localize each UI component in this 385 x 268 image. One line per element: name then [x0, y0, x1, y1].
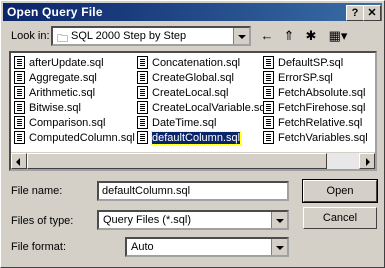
list-item[interactable]: Aggregate.sql — [14, 70, 97, 85]
scroll-right-icon[interactable] — [359, 153, 375, 169]
back-icon[interactable]: ← — [257, 27, 277, 45]
list-item[interactable]: CreateLocalVariable.sql — [137, 100, 268, 115]
sql-file-icon — [263, 71, 274, 84]
files-of-type-dropdown[interactable]: Query Files (*.sql) — [97, 210, 289, 230]
list-item[interactable]: DefaultSP.sql — [263, 55, 343, 70]
title-bar: Open Query File ? ✕ — [3, 3, 382, 21]
sql-file-icon — [137, 116, 148, 129]
sql-file-icon — [137, 86, 148, 99]
view-menu-icon[interactable]: ▦▾ — [323, 27, 353, 45]
sql-file-icon — [14, 101, 25, 114]
list-item[interactable]: Comparison.sql — [14, 115, 105, 130]
list-item[interactable]: ComputedColumn.sql — [14, 130, 135, 145]
look-in-dropdown[interactable]: 🗀 SQL 2000 Step by Step — [51, 26, 251, 46]
file-name-input[interactable]: defaultColumn.sql — [97, 181, 289, 201]
sql-file-icon — [137, 71, 148, 84]
sql-file-icon — [263, 56, 274, 69]
list-item[interactable]: afterUpdate.sql — [14, 55, 104, 70]
file-format-dropdown[interactable]: Auto — [125, 237, 289, 257]
list-item[interactable]: FetchFirehose.sql — [263, 100, 365, 115]
file-format-value: Auto — [131, 241, 154, 253]
sql-file-icon — [14, 131, 25, 144]
chevron-down-icon[interactable] — [233, 28, 249, 44]
sql-file-icon — [14, 56, 25, 69]
list-item[interactable]: ErrorSP.sql — [263, 70, 333, 85]
file-list[interactable]: afterUpdate.sql Aggregate.sql Arithmetic… — [9, 51, 377, 171]
sql-file-icon — [263, 116, 274, 129]
list-item[interactable]: CreateGlobal.sql — [137, 70, 234, 85]
sql-file-icon — [137, 101, 148, 114]
sql-file-icon — [137, 56, 148, 69]
open-button[interactable]: Open — [302, 179, 378, 203]
list-item[interactable]: FetchVariables.sql — [263, 130, 368, 145]
sql-file-icon — [14, 86, 25, 99]
chevron-down-icon[interactable] — [271, 212, 287, 228]
up-folder-icon[interactable]: ⇑ — [279, 27, 299, 45]
cancel-button[interactable]: Cancel — [303, 207, 377, 229]
horizontal-scrollbar[interactable] — [11, 152, 375, 169]
sql-file-icon — [263, 131, 274, 144]
folder-icon: 🗀 — [57, 33, 68, 45]
close-button[interactable]: ✕ — [363, 5, 381, 21]
list-item[interactable]: Bitwise.sql — [14, 100, 81, 115]
sql-file-icon — [263, 86, 274, 99]
list-item[interactable]: FetchAbsolute.sql — [263, 85, 365, 100]
open-query-file-dialog: Open Query File ? ✕ Look in: 🗀 SQL 2000 … — [0, 0, 385, 268]
sql-file-icon — [14, 71, 25, 84]
chevron-down-icon[interactable] — [271, 239, 287, 255]
sql-file-icon — [263, 101, 274, 114]
files-of-type-label: Files of type: — [11, 215, 74, 227]
file-name-label: File name: — [11, 185, 63, 197]
new-folder-icon[interactable]: ✱ — [301, 27, 321, 45]
list-item[interactable]: DateTime.sql — [137, 115, 216, 130]
look-in-value: SQL 2000 Step by Step — [71, 30, 187, 42]
files-of-type-value: Query Files (*.sql) — [103, 214, 192, 226]
list-item-selected[interactable]: defaultColumn.sql — [137, 130, 242, 145]
sql-file-icon — [137, 131, 148, 144]
file-format-label: File format: — [11, 241, 67, 253]
dialog-title: Open Query File — [7, 5, 103, 19]
list-item[interactable]: FetchRelative.sql — [263, 115, 362, 130]
scroll-left-icon[interactable] — [11, 153, 27, 169]
look-in-label: Look in: — [11, 30, 50, 42]
sql-file-icon — [14, 116, 25, 129]
file-name-value: defaultColumn.sql — [102, 185, 191, 197]
list-item[interactable]: Concatenation.sql — [137, 55, 240, 70]
scrollbar-thumb[interactable] — [27, 153, 327, 169]
list-item[interactable]: Arithmetic.sql — [14, 85, 95, 100]
help-button[interactable]: ? — [346, 5, 364, 21]
list-item[interactable]: CreateLocal.sql — [137, 85, 228, 100]
